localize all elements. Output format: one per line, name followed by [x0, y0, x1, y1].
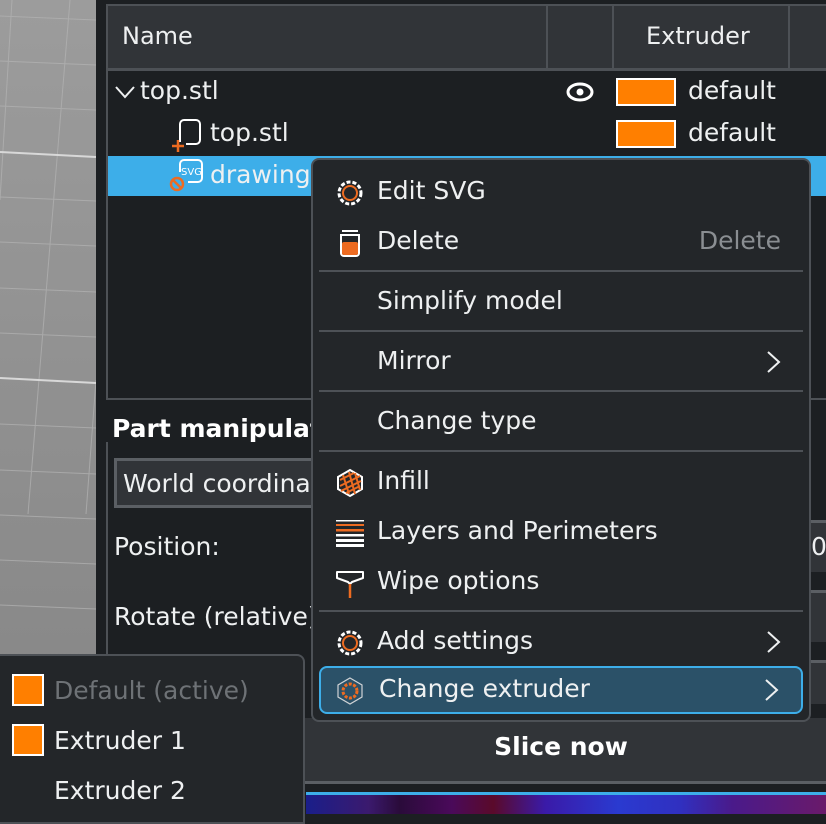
- column-header-more[interactable]: [790, 6, 826, 68]
- column-header-extruder[interactable]: Extruder: [614, 6, 790, 68]
- settings-icon: [337, 630, 363, 656]
- context-menu: Edit SVG Delete Delete Simplify model Mi…: [311, 158, 811, 722]
- part-manipulation-frame: [106, 442, 108, 656]
- chevron-right-icon: [765, 679, 779, 701]
- part-name: top.stl: [210, 118, 289, 147]
- submenu-item-default: Default (active): [0, 660, 303, 708]
- rotate-input[interactable]: [811, 590, 826, 642]
- submenu-item-label: Extruder 1: [54, 726, 186, 755]
- svg-text:SVG: SVG: [181, 167, 202, 178]
- preview-strip: [306, 792, 826, 814]
- menu-item-label: Change type: [377, 406, 537, 435]
- position-value: 0(: [811, 532, 826, 561]
- menu-item-infill[interactable]: Infill: [319, 458, 803, 506]
- menu-separator: [319, 390, 803, 392]
- edit-svg-icon: [337, 180, 363, 206]
- eye-icon[interactable]: [566, 82, 594, 102]
- chevron-right-icon: [767, 351, 781, 373]
- coordinate-system-select[interactable]: World coordinat: [114, 458, 334, 508]
- rotate-label: Rotate (relative): [114, 602, 318, 631]
- extruder-color-swatch: [12, 674, 44, 706]
- menu-item-layers-and-perimeters[interactable]: Layers and Perimeters: [319, 508, 803, 556]
- part-icon: [172, 119, 201, 152]
- menu-separator: [319, 450, 803, 452]
- slice-now-label: Slice now: [494, 732, 628, 761]
- column-header-name[interactable]: Name: [108, 6, 548, 68]
- part-manipulation-title: Part manipulat: [112, 414, 322, 443]
- object-row[interactable]: top.stl default: [108, 114, 826, 154]
- submenu-item-extruder-1[interactable]: Extruder 1: [0, 710, 303, 758]
- column-header-visibility[interactable]: [548, 6, 614, 68]
- menu-item-change-extruder[interactable]: Change extruder: [319, 666, 803, 714]
- menu-item-label: Wipe options: [377, 566, 540, 595]
- extruder-icon: [337, 677, 363, 705]
- menu-item-delete[interactable]: Delete Delete: [319, 218, 803, 266]
- menu-separator: [319, 270, 803, 272]
- extruder-submenu: Default (active) Extruder 1 Extruder 2: [0, 654, 305, 824]
- scale-input[interactable]: [811, 660, 826, 704]
- menu-item-label: Layers and Perimeters: [377, 516, 658, 545]
- menu-item-simplify-model[interactable]: Simplify model: [319, 278, 803, 326]
- layers-icon: [336, 520, 364, 547]
- menu-item-change-type[interactable]: Change type: [319, 398, 803, 446]
- menu-item-label: Change extruder: [379, 674, 590, 703]
- column-header-name-label: Name: [122, 22, 193, 50]
- extruder-label[interactable]: default: [688, 118, 776, 147]
- menu-item-label: Mirror: [377, 346, 451, 375]
- infill-icon: [337, 468, 363, 498]
- menu-item-label: Simplify model: [377, 286, 563, 315]
- menu-item-label: Edit SVG: [377, 176, 486, 205]
- svg-part-icon: SVG: [169, 159, 203, 192]
- menu-item-mirror[interactable]: Mirror: [319, 338, 803, 386]
- menu-item-edit-svg[interactable]: Edit SVG: [319, 168, 803, 216]
- menu-item-label: Add settings: [377, 626, 534, 655]
- menu-item-label: Delete: [377, 226, 460, 255]
- menu-item-label: Infill: [377, 466, 430, 495]
- submenu-item-extruder-2[interactable]: Extruder 2: [0, 760, 303, 808]
- extruder-color-swatch[interactable]: [616, 78, 676, 106]
- shortcut-label: Delete: [698, 226, 781, 255]
- menu-separator: [319, 610, 803, 612]
- column-header-extruder-label: Extruder: [646, 22, 750, 50]
- chevron-down-icon[interactable]: [114, 84, 136, 100]
- object-list-header: Name Extruder: [108, 6, 826, 71]
- slice-now-button[interactable]: Slice now: [296, 718, 826, 784]
- submenu-item-label: Extruder 2: [54, 776, 186, 805]
- object-row[interactable]: top.stl default: [108, 72, 826, 112]
- delete-icon: [340, 230, 360, 257]
- position-label: Position:: [114, 532, 220, 561]
- chevron-right-icon: [767, 631, 781, 653]
- wipe-icon: [336, 571, 364, 598]
- extruder-label[interactable]: default: [688, 76, 776, 105]
- extruder-color-swatch: [12, 724, 44, 756]
- svg-part-name: drawing: [210, 160, 311, 189]
- menu-separator: [319, 330, 803, 332]
- menu-item-wipe-options[interactable]: Wipe options: [319, 558, 803, 606]
- menu-item-add-settings[interactable]: Add settings: [319, 618, 803, 666]
- extruder-color-swatch[interactable]: [616, 120, 676, 148]
- object-name: top.stl: [140, 76, 219, 105]
- submenu-item-label: Default (active): [54, 676, 249, 705]
